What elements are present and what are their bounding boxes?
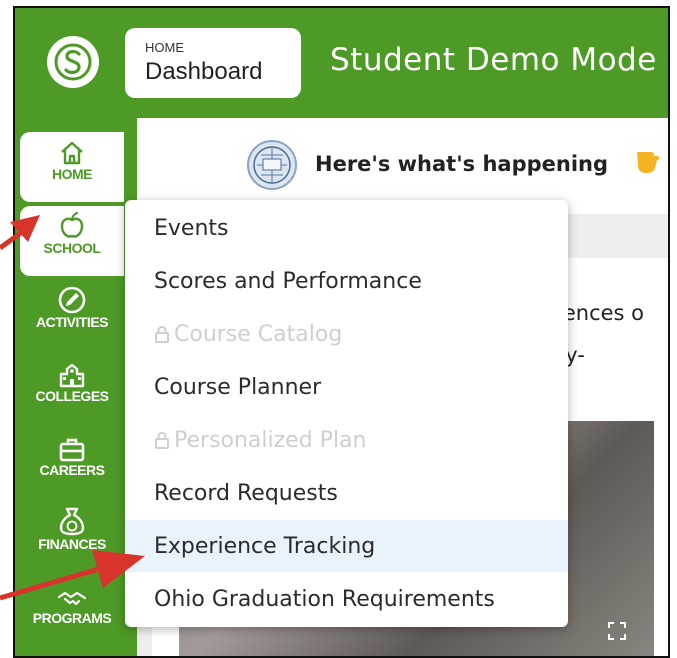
annotation-arrow-experience [0,550,145,601]
menu-item-label: Personalized Plan [174,427,367,453]
sidebar-item-label: SCHOOL [43,240,101,256]
sidebar-item-colleges[interactable]: COLLEGES [20,354,124,424]
menu-item-label: Course Planner [154,374,322,400]
menu-item-label: Course Catalog [174,321,343,347]
menu-item-personalized-plan: Personalized Plan [125,414,568,466]
breadcrumb-parent: HOME [145,40,184,55]
sidebar-item-label: COLLEGES [35,388,109,404]
annotation-arrow-school [0,215,40,251]
app-logo[interactable] [47,36,99,88]
menu-item-label: Ohio Graduation Requirements [154,586,495,612]
sidebar-item-label: CAREERS [39,462,105,478]
menu-item-label: Scores and Performance [154,268,422,294]
page-title: Dashboard [145,58,263,85]
demo-mode-title: Student Demo Mode [330,42,657,78]
logo-icon [54,43,92,81]
menu-item-label: Record Requests [154,480,338,506]
sidebar-item-activities[interactable]: ACTIVITIES [20,280,124,350]
top-header: HOME Dashboard Student Demo Mode [15,8,668,118]
menu-item-scores-performance[interactable]: Scores and Performance [125,255,568,307]
sidebar-item-label: PROGRAMS [32,610,112,626]
sidebar-item-label: ACTIVITIES [35,314,109,330]
money-bag-icon [59,507,85,536]
school-dropdown-menu: Events Scores and Performance Course Cat… [125,200,568,627]
menu-item-events[interactable]: Events [125,202,568,254]
menu-item-course-catalog: Course Catalog [125,308,568,360]
pointing-hand-icon [637,152,660,173]
menu-item-label: Events [154,215,229,241]
school-building-icon [59,363,85,388]
breadcrumb[interactable]: HOME Dashboard [125,28,301,98]
menu-item-ohio-graduation-requirements[interactable]: Ohio Graduation Requirements [125,573,568,625]
fullscreen-icon[interactable] [608,622,626,640]
pencil-circle-icon [58,286,86,314]
happening-heading: Here's what's happening [315,152,609,176]
home-icon [61,141,83,165]
menu-item-label: Experience Tracking [154,533,376,559]
lock-icon [155,326,169,343]
briefcase-icon [59,438,85,462]
apple-icon [60,212,84,238]
school-seal-icon [247,140,297,190]
menu-item-experience-tracking[interactable]: Experience Tracking [125,520,568,572]
sidebar-item-home[interactable]: HOME [20,132,124,202]
menu-item-record-requests[interactable]: Record Requests [125,467,568,519]
sidebar-item-careers[interactable]: CAREERS [20,428,124,498]
card-text-fragment: iences o [557,301,644,325]
lock-icon [155,432,169,449]
menu-item-course-planner[interactable]: Course Planner [125,361,568,413]
sidebar-item-label: HOME [52,166,93,182]
